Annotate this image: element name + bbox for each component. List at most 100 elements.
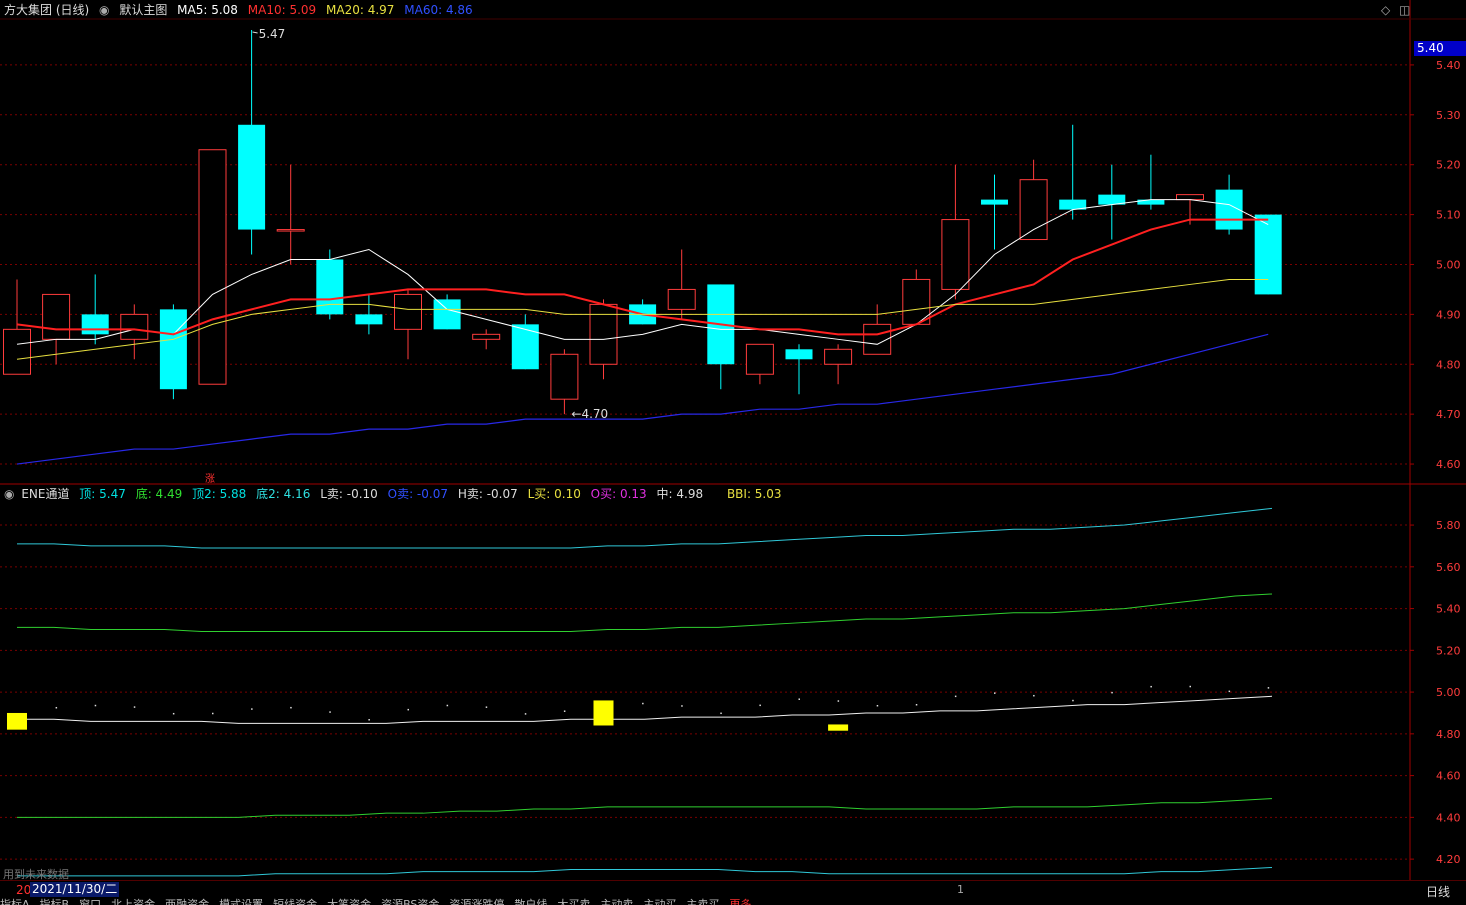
tab-item[interactable]: 指标B [40, 898, 70, 905]
future-data-note: 用到未来数据 [3, 868, 69, 881]
annotation-arrow [252, 31, 258, 34]
main-chart-header: 方大集团 (日线) ◉ 默认主图 MA5: 5.08 MA10: 5.09 MA… [4, 2, 479, 18]
ene-line [17, 507, 1273, 549]
y-tick-label: 5.30 [1436, 109, 1461, 122]
signal-block [7, 712, 27, 730]
y-tick-label: 4.60 [1436, 458, 1461, 471]
ene-dot [876, 704, 879, 707]
ene-dot [407, 708, 409, 711]
tab-item[interactable]: 短线资金 [273, 898, 317, 905]
candle-body-down [1254, 214, 1282, 295]
ene-dot [681, 705, 683, 707]
candle-body-up [667, 288, 696, 310]
ene-dot [329, 711, 331, 713]
tab-item[interactable]: 主动买 [643, 898, 676, 905]
ene-dot [485, 706, 488, 708]
diamond-icon[interactable]: ◇ [1381, 3, 1390, 17]
ene-dot [251, 708, 253, 710]
ene-line [17, 695, 1273, 724]
ma60-value: MA60: 4.86 [404, 3, 473, 17]
y-tick-label: 4.90 [1436, 308, 1461, 321]
candle-body-up [394, 293, 422, 330]
mid-value: 中: 4.98 [656, 487, 704, 501]
candle-body-down [238, 124, 266, 230]
tab-item[interactable]: 散户线 [514, 898, 547, 905]
ene-dot [1033, 694, 1035, 697]
ene-dot [1150, 685, 1152, 688]
tab-item[interactable]: 资源涨跌停 [449, 898, 504, 905]
tab-item[interactable]: 窗口 [79, 898, 101, 905]
ene-dot [212, 712, 214, 715]
price-annotation: 5.47 [259, 27, 286, 41]
collapse-icon[interactable]: ◫ [1399, 3, 1410, 17]
ene-dot [133, 706, 136, 708]
date-prefix: 20 [16, 883, 32, 897]
ene-dot [563, 710, 566, 712]
indicator-name[interactable]: ENE通道 [21, 487, 69, 501]
sub-y-tick-label: 4.20 [1436, 853, 1461, 866]
stock-title[interactable]: 方大集团 (日线) [4, 3, 89, 17]
ma5-value: MA5: 5.08 [177, 3, 238, 17]
ene-dot [172, 712, 175, 715]
theme-label[interactable]: 默认主图 [119, 3, 167, 17]
tab-item[interactable]: 主动卖 [600, 898, 633, 905]
candle-body-down [433, 299, 461, 330]
candle-body-up [472, 333, 501, 340]
tab-item[interactable]: 两融资金 [165, 898, 209, 905]
ene-top: 顶: 5.47 [79, 487, 126, 501]
tab-item[interactable]: 主卖买 [686, 898, 719, 905]
candle-body-up [276, 229, 305, 232]
tab-item[interactable]: 大买卖 [557, 898, 590, 905]
signal-block [828, 724, 849, 731]
candle-body-up [550, 353, 579, 400]
sub-y-tick-label: 4.80 [1436, 728, 1461, 741]
ene-dot [1267, 687, 1270, 689]
l-sell: L卖: -0.10 [320, 487, 378, 501]
ene-dot [290, 706, 292, 709]
ene-line [17, 798, 1273, 818]
candle-body-down [511, 324, 539, 370]
rise-marker: 涨 [205, 474, 215, 485]
ene-dot [446, 704, 449, 707]
tab-item[interactable]: 资源BS资金 [381, 898, 439, 905]
tab-item[interactable]: 指标A [0, 898, 30, 905]
bottom-tick: 1 [957, 883, 964, 896]
price-annotation: ←4.70 [571, 407, 608, 421]
tab-item[interactable]: 更多 [729, 898, 751, 905]
theme-circle-icon[interactable]: ◉ [99, 3, 109, 17]
ma10-value: MA10: 5.09 [247, 3, 317, 17]
tab-item[interactable]: 大笔资金 [327, 898, 371, 905]
h-sell: H卖: -0.07 [457, 487, 518, 501]
tab-item[interactable]: 模式设置 [219, 898, 263, 905]
candle-body-up [745, 343, 774, 375]
ene-dot [524, 713, 527, 715]
ene-dot [954, 695, 957, 698]
tab-item[interactable]: 北上资金 [111, 898, 155, 905]
ene-dot [1189, 685, 1191, 688]
current-price-tag: 5.40 [1414, 41, 1466, 56]
sub-y-tick-label: 5.40 [1436, 603, 1461, 616]
candle-body-up [941, 219, 970, 290]
candle-body-up [42, 293, 71, 340]
y-tick-label: 5.20 [1436, 159, 1461, 172]
ene-bottom2: 底2: 4.16 [256, 487, 311, 501]
candle-body-down [316, 259, 344, 315]
ene-dot [1072, 699, 1074, 702]
sub-y-tick-label: 5.20 [1436, 644, 1461, 657]
candle-body-down [981, 199, 1008, 205]
sub-y-tick-label: 5.60 [1436, 561, 1461, 574]
cycle-label[interactable]: 日线 [1426, 883, 1450, 900]
candle-body-up [1019, 179, 1048, 241]
ene-dot [1228, 690, 1231, 693]
bottom-tabs: 指标A 指标B 窗口 北上资金 两融资金 模式设置 短线资金 大笔资金 资源BS资金 资源涨跌停 散… [0, 898, 1410, 905]
ene-dot [368, 719, 370, 721]
ene-line [17, 866, 1273, 877]
sub-y-tick-label: 4.40 [1436, 811, 1461, 824]
o-sell: O卖: -0.07 [387, 487, 448, 501]
candle-body-up [120, 313, 149, 340]
ene-top2: 顶2: 5.88 [192, 487, 247, 501]
ene-bottom: 底: 4.49 [135, 487, 183, 501]
y-tick-label: 5.10 [1436, 209, 1461, 222]
candle-body-up [198, 149, 227, 385]
sub-circle-icon[interactable]: ◉ [4, 487, 14, 501]
